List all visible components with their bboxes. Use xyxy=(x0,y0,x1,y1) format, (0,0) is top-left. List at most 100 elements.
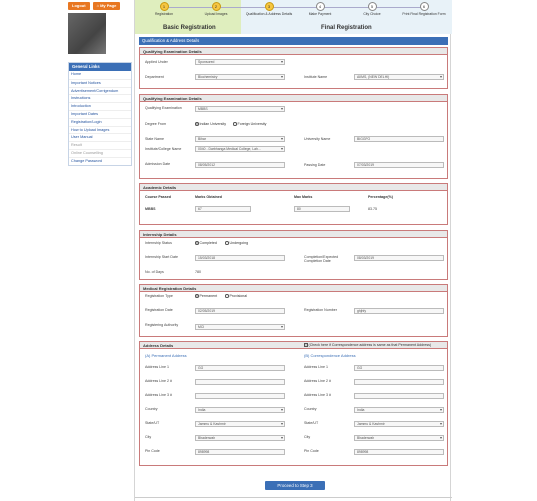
registration-type-label: Registration Type xyxy=(145,294,173,298)
general-links-header: General Links xyxy=(69,63,131,71)
radio-label: Undergoing xyxy=(229,241,249,245)
perm-country-select[interactable]: India xyxy=(195,407,285,413)
perm-line3-input[interactable] xyxy=(195,393,285,399)
institute-name-label: Institute Name xyxy=(304,75,328,79)
corr-city-select[interactable]: Bhaderwah xyxy=(354,435,444,441)
nav-online-counselling[interactable]: Online Counselling xyxy=(69,148,131,157)
perm-line2-input[interactable] xyxy=(195,379,285,385)
step-label: Qualification & Address Details xyxy=(245,12,293,16)
corr-country-select[interactable]: India xyxy=(354,407,444,413)
registration-date-input[interactable]: 02/05/2019 xyxy=(195,308,285,314)
nav-upload-images-help[interactable]: How to Upload Images xyxy=(69,125,131,134)
passing-date-label: Passing Date xyxy=(304,163,326,167)
corr-line2-input[interactable] xyxy=(354,379,444,385)
corr-line3-input[interactable] xyxy=(354,393,444,399)
nav-result[interactable]: Result xyxy=(69,141,131,149)
perm-country-label: Country xyxy=(145,407,158,411)
perm-state-select[interactable]: Jammu & Kashmir xyxy=(195,421,285,427)
corr-state-select[interactable]: Jammu & Kashmir xyxy=(354,421,444,427)
panel-title: Academic Details xyxy=(140,184,447,191)
perm-line1-label: Address Line 1 xyxy=(145,365,169,369)
permanent-radio[interactable]: Permanent xyxy=(195,294,217,298)
perm-line1-input[interactable]: GG xyxy=(195,365,285,371)
registering-authority-label: Registering Authority xyxy=(145,323,179,327)
nav-important-notices[interactable]: Important Notices xyxy=(69,78,131,87)
qualifying-exam-select[interactable]: MBBS xyxy=(195,106,285,112)
my-page-label: My Page xyxy=(100,3,117,8)
my-page-button[interactable]: ⌂ My Page xyxy=(92,2,121,10)
step-label: Make Payment xyxy=(308,12,332,16)
panel-title: Qualifying Examination Details xyxy=(140,48,447,55)
step-label: Registration xyxy=(154,12,174,16)
admission-date-label: Admission Date xyxy=(145,162,171,166)
radio-label: Completed xyxy=(199,241,217,245)
perm-city-select[interactable]: Bhaderwah xyxy=(195,435,285,441)
radio-dot xyxy=(195,241,199,245)
nav-instructions[interactable]: Instructions xyxy=(69,94,131,102)
passing-date-input[interactable]: 07/03/2019 xyxy=(354,162,444,168)
permanent-address-title: (A) Permanent Address xyxy=(145,353,187,358)
step-number: 2 xyxy=(211,2,221,11)
nav-home[interactable]: Home xyxy=(69,71,131,79)
university-name-input[interactable]: BIGGFO xyxy=(354,136,444,142)
completion-date-label: Completion/Expected Completion Date xyxy=(304,255,339,263)
radio-dot xyxy=(225,294,229,298)
department-label: Department xyxy=(145,75,164,79)
university-name-label: University Name xyxy=(304,137,331,141)
perm-pin-input[interactable]: 898998 xyxy=(195,449,285,455)
institute-college-select[interactable]: 0040 - Darbhanga Medical College, Lah... xyxy=(195,146,285,152)
internship-start-input[interactable]: 15/03/2018 xyxy=(195,255,285,261)
degree-indian-radio[interactable]: Indian University xyxy=(195,122,226,126)
col-course-passed: Course Passed xyxy=(145,195,171,199)
degree-foreign-radio[interactable]: Foreign University xyxy=(233,122,266,126)
admission-date-input[interactable]: 08/05/2012 xyxy=(195,162,285,168)
radio-label: Provisional xyxy=(229,294,248,298)
radio-dot xyxy=(225,241,229,245)
step-number: 6 xyxy=(419,2,429,11)
nav-important-dates[interactable]: Important Dates xyxy=(69,109,131,118)
step-4: 4 Make Payment xyxy=(295,2,345,17)
top-buttons: Logout ⌂ My Page xyxy=(68,2,121,10)
qualifying-exam-panel-2: Qualifying Examination Details Qualifyin… xyxy=(139,94,448,179)
max-marks-input[interactable]: 80 xyxy=(294,206,350,212)
radio-dot xyxy=(233,122,237,126)
no-of-days-label: No. of Days xyxy=(145,270,164,274)
col-max-marks: Max Marks xyxy=(294,195,313,199)
completion-date-input[interactable]: 08/03/2019 xyxy=(354,255,444,261)
step-6: 6 Print Final Registration Form xyxy=(399,2,449,17)
registration-number-label: Registration Number xyxy=(304,308,337,312)
corr-line1-label: Address Line 1 xyxy=(304,365,328,369)
nav-registration-login[interactable]: Registration/Login xyxy=(69,117,131,126)
nav-change-password[interactable]: Change Password xyxy=(69,156,131,165)
logout-button[interactable]: Logout xyxy=(68,2,90,10)
institute-name-select[interactable]: AIIMS, (NEW DELHI) xyxy=(354,74,444,80)
progress-steps: 1 Registration 2 Upload Images 3 Qualificat… xyxy=(135,0,452,34)
registering-authority-select[interactable]: MCI xyxy=(195,324,285,330)
medical-registration-panel: Medical Registration Details Registratio… xyxy=(139,284,448,337)
registration-number-input[interactable]: ghjhfy xyxy=(354,308,444,314)
state-name-select[interactable]: Bihar xyxy=(195,136,285,142)
perm-line2-label: Address Line 2 # xyxy=(145,379,172,383)
same-address-checkbox[interactable]: (Check here if Correspondence address is… xyxy=(304,343,431,347)
provisional-radio[interactable]: Provisional xyxy=(225,294,247,298)
department-select[interactable]: Biochemistry xyxy=(195,74,285,80)
nav-user-manual[interactable]: User Manual xyxy=(69,133,131,141)
corr-line1-input[interactable]: GG xyxy=(354,365,444,371)
internship-undergoing-radio[interactable]: Undergoing xyxy=(225,241,248,245)
general-links-menu: General Links Home Important Notices Adv… xyxy=(68,62,132,166)
internship-completed-radio[interactable]: Completed xyxy=(195,241,217,245)
nav-advertisement[interactable]: Advertisement/Corrigendum xyxy=(69,86,131,95)
corr-country-label: Country xyxy=(304,407,317,411)
applied-under-label: Applied Under xyxy=(145,60,168,64)
applied-under-select[interactable]: Sponsored xyxy=(195,59,285,65)
radio-dot xyxy=(195,122,199,126)
percentage-value: 83.75 xyxy=(368,207,377,211)
correspondence-address-title: (B) Correspondence Address xyxy=(304,353,356,358)
panel-title: Internship Details xyxy=(140,231,447,238)
radio-label: Permanent xyxy=(199,294,218,298)
marks-obtained-input[interactable]: 67 xyxy=(195,206,251,212)
nav-introduction[interactable]: Introduction xyxy=(69,102,131,110)
proceed-button[interactable]: Proceed to Step 3 xyxy=(265,481,325,490)
radio-dot xyxy=(195,294,199,298)
corr-pin-input[interactable]: 898998 xyxy=(354,449,444,455)
